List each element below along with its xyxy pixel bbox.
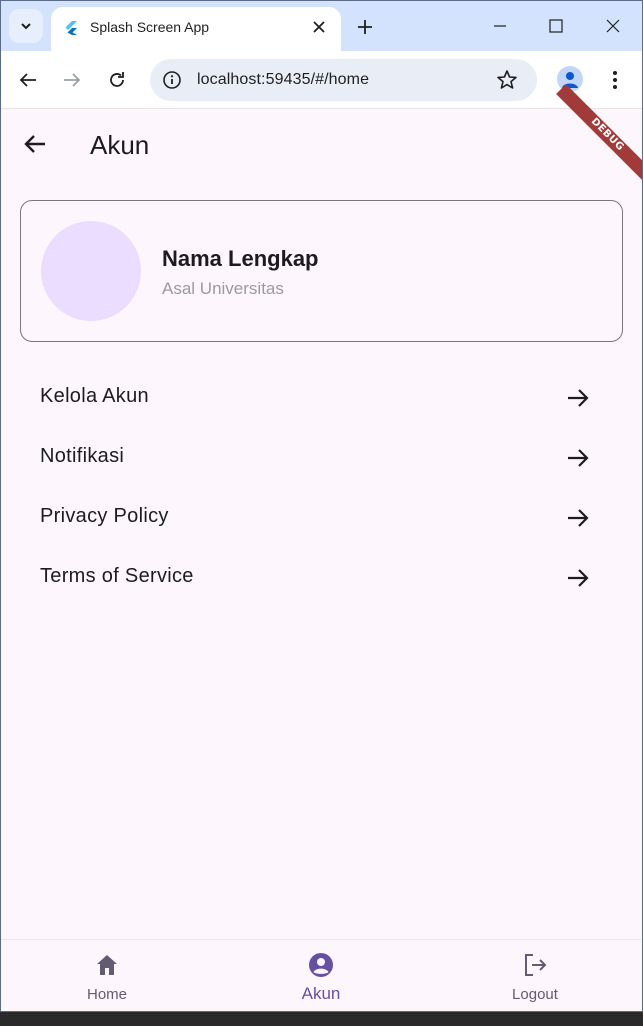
menu-item-terms-of-service[interactable]: Terms of Service	[1, 547, 642, 607]
arrow-forward-icon	[568, 569, 589, 587]
new-tab-button[interactable]	[351, 13, 379, 41]
tab-title: Splash Screen App	[90, 19, 210, 35]
arrow-forward-icon	[64, 73, 81, 87]
browser-menu-button[interactable]	[603, 67, 627, 93]
arrow-back-icon[interactable]	[21, 130, 49, 158]
avatar	[41, 221, 141, 321]
star-icon[interactable]	[496, 69, 518, 91]
tab-close-button[interactable]	[309, 17, 329, 37]
close-icon	[606, 19, 620, 33]
info-icon[interactable]	[162, 70, 182, 90]
url-text[interactable]: localhost:59435/#/home	[197, 71, 369, 89]
address-bar[interactable]: localhost:59435/#/home	[150, 59, 537, 101]
arrow-forward-icon	[568, 389, 589, 407]
window-close-button[interactable]	[598, 11, 628, 41]
reload-icon	[110, 72, 124, 87]
menu-item-label: Terms of Service	[40, 565, 194, 587]
minimize-button[interactable]	[485, 11, 515, 41]
page-title: Akun	[90, 130, 150, 160]
menu-item-privacy-policy[interactable]: Privacy Policy	[1, 487, 642, 547]
account-menu-list: Kelola Akun Notifikasi Privacy Policy Te…	[1, 367, 642, 607]
flutter-logo-icon	[65, 21, 77, 35]
close-icon	[313, 21, 325, 33]
forward-button[interactable]	[57, 65, 87, 95]
profile-card: Nama Lengkap Asal Universitas	[20, 200, 623, 342]
menu-item-label: Kelola Akun	[40, 385, 149, 407]
account-circle-icon	[309, 953, 333, 977]
logout-icon	[525, 954, 547, 976]
bottom-navigation-bar: Home Akun Logout	[1, 939, 642, 1011]
browser-toolbar: localhost:59435/#/home	[1, 51, 642, 109]
tab-search-button[interactable]	[9, 9, 43, 43]
menu-item-label: Privacy Policy	[40, 505, 169, 527]
menu-item-kelola-akun[interactable]: Kelola Akun	[1, 367, 642, 427]
minimize-icon	[494, 25, 506, 27]
reload-button[interactable]	[102, 65, 132, 95]
maximize-button[interactable]	[541, 11, 571, 41]
menu-item-notifikasi[interactable]: Notifikasi	[1, 427, 642, 487]
browser-window: Splash Screen App localhost:59435/#/home…	[0, 0, 643, 1012]
nav-item-logout[interactable]: Logout	[475, 940, 595, 1011]
arrow-forward-icon	[568, 509, 589, 527]
nav-item-home[interactable]: Home	[47, 940, 167, 1011]
arrow-back-icon	[19, 73, 36, 87]
home-icon	[97, 955, 117, 975]
nav-item-akun[interactable]: Akun	[261, 940, 381, 1011]
arrow-forward-icon	[568, 449, 589, 467]
nav-label: Home	[86, 986, 127, 1003]
profile-name: Nama Lengkap	[162, 246, 319, 271]
menu-item-label: Notifikasi	[40, 445, 125, 467]
nav-label: Akun	[301, 984, 341, 1003]
back-button[interactable]	[13, 65, 43, 95]
more-vert-icon	[613, 71, 617, 89]
app-viewport: DEBUG Akun Nama Lengkap Asal Universitas…	[1, 84, 642, 1011]
profile-university: Asal Universitas	[162, 279, 284, 298]
chevron-down-icon	[21, 23, 31, 30]
plus-icon	[358, 20, 372, 34]
browser-tab[interactable]: Splash Screen App	[51, 7, 341, 51]
nav-label: Logout	[512, 986, 558, 1003]
maximize-icon	[549, 19, 563, 33]
tab-strip: Splash Screen App	[1, 1, 642, 51]
